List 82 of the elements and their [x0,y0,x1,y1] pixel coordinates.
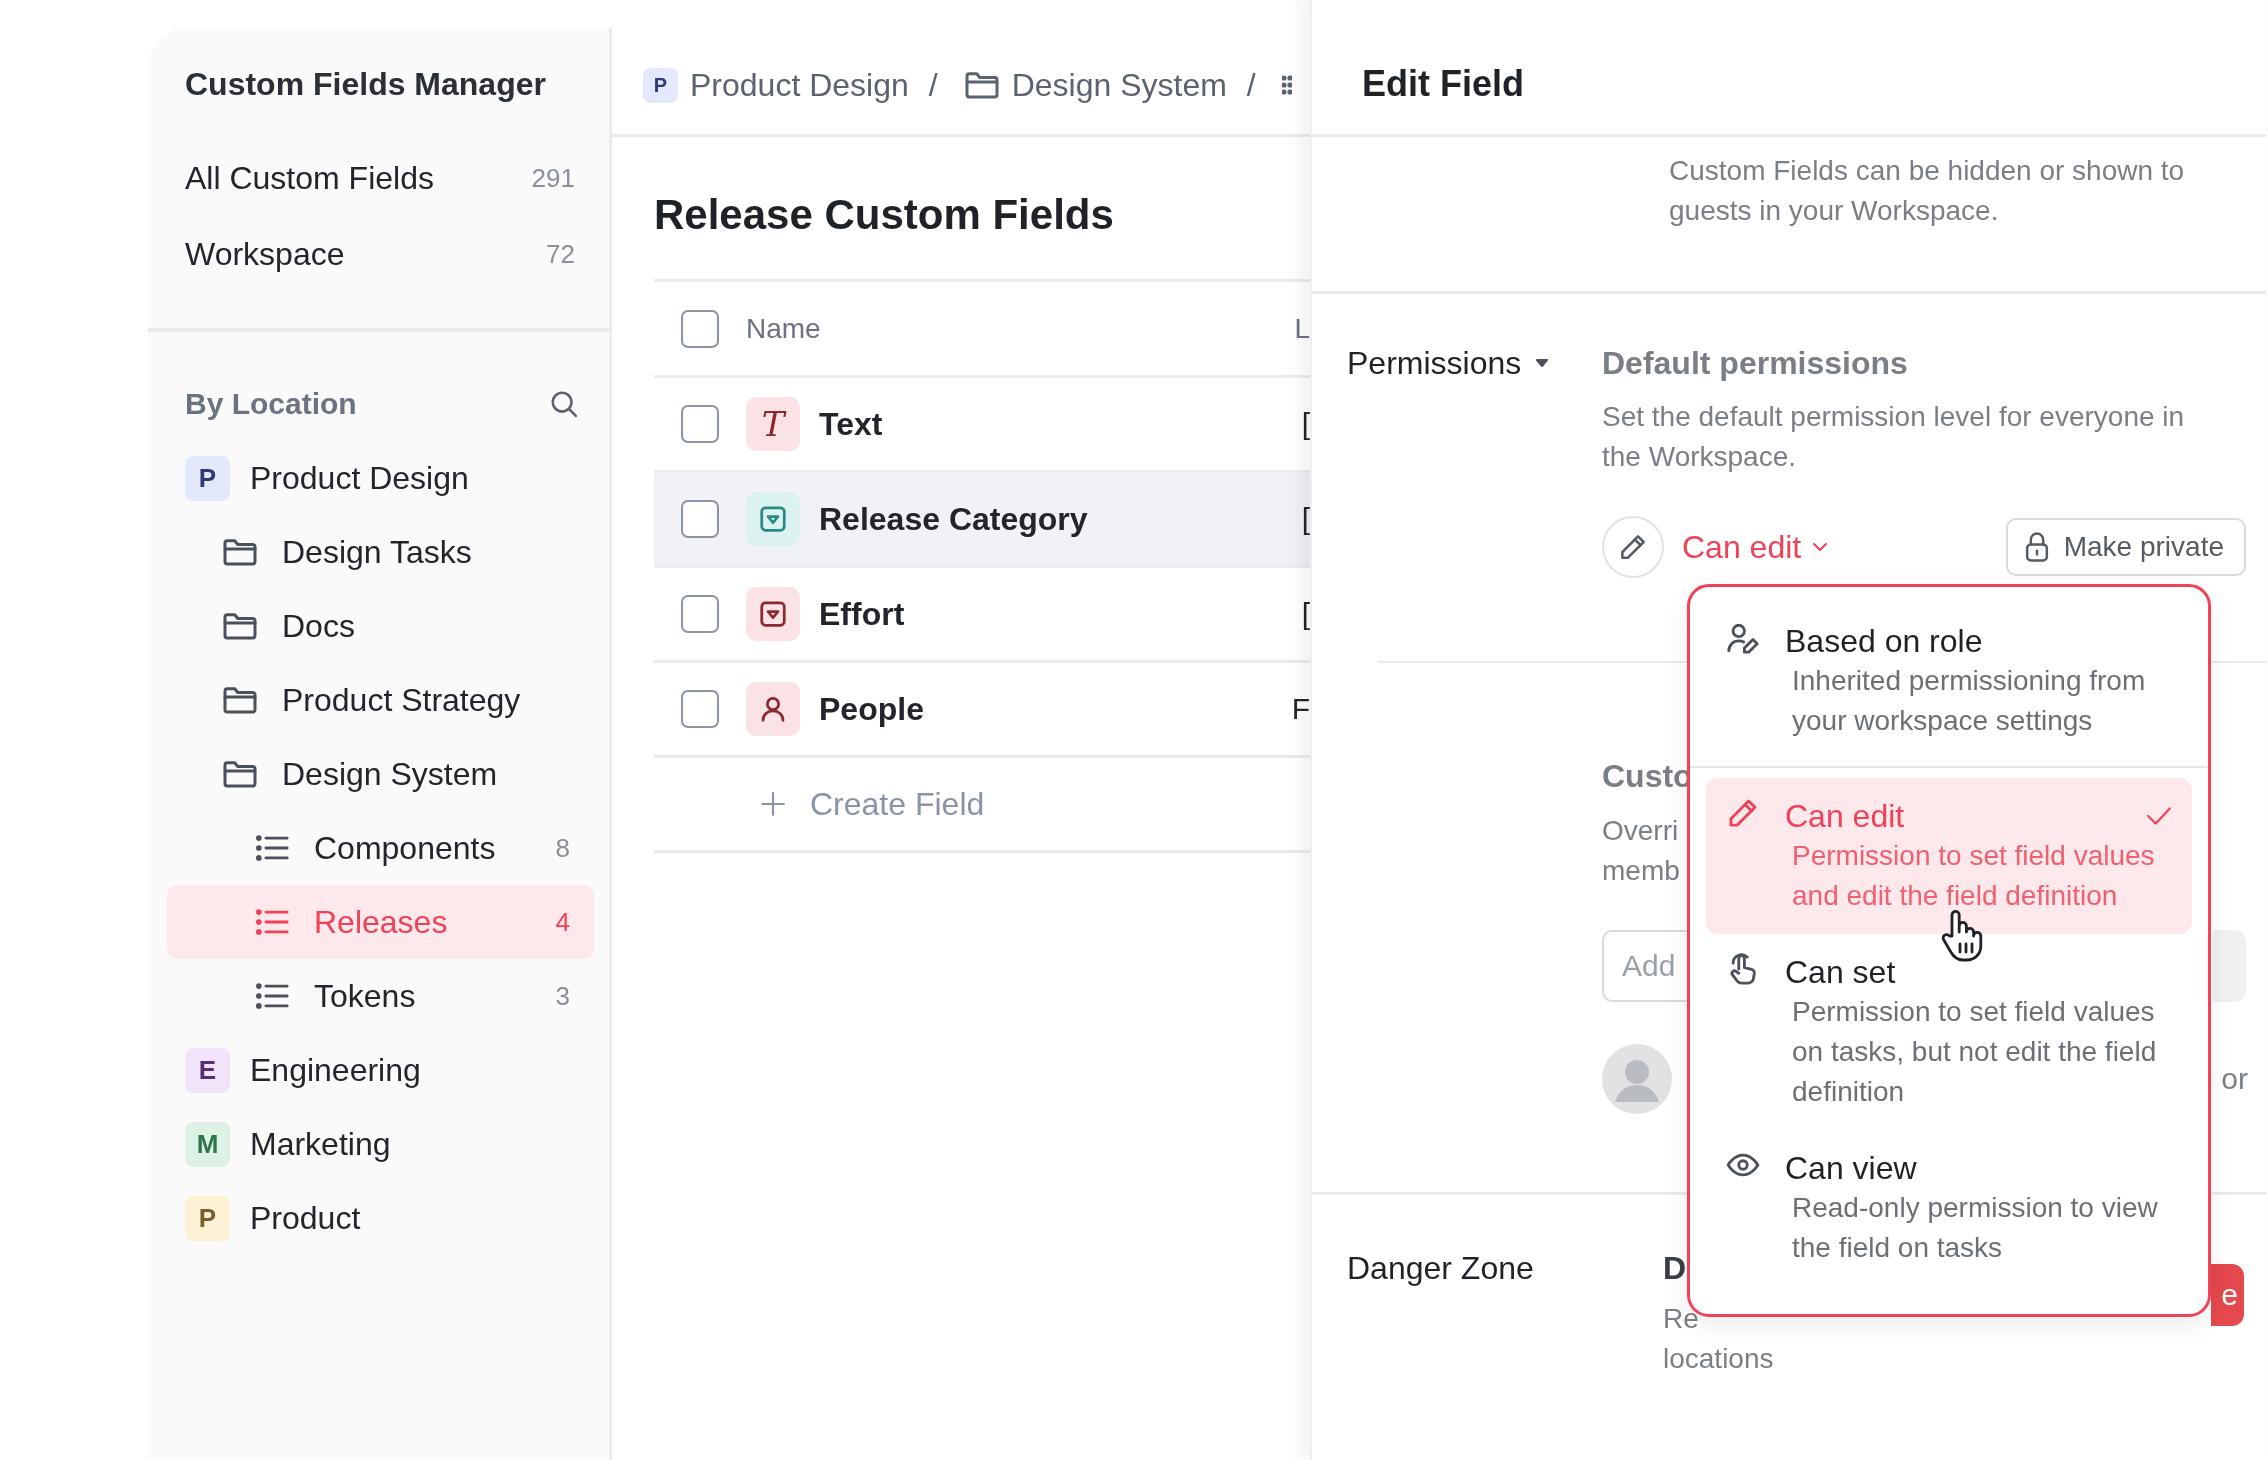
menu-option[interactable]: Can set Permission to set field values on tasks, but not edit the field definition [1706,934,2192,1130]
space-badge: P [185,1195,230,1241]
visibility-note: Custom Fields can be hidden or shown to guests in your Workspace. [1669,154,2186,228]
list-icon [256,983,290,1009]
column-header: L [1294,312,1310,345]
search-icon [549,389,579,419]
table-cell: [ [1301,502,1310,536]
section-description: locations [1663,1342,1774,1376]
sidebar-item[interactable]: P Product Design [167,441,594,515]
sidebar-item[interactable]: Product Strategy [167,663,594,737]
menu-option[interactable]: Can view Read-only permission to view the field on tasks [1706,1130,2192,1286]
grip-icon [1281,74,1292,96]
check-icon [2146,805,2172,827]
folder-icon [222,759,258,789]
chevron-down-icon [1811,541,1830,553]
checkbox[interactable] [681,595,719,633]
folder-icon [222,685,258,715]
item-count: 72 [546,238,575,270]
field-name: Text [819,405,883,443]
section-label: Danger Zone [1347,1249,1535,1288]
panel-title: Edit Field [1312,0,2266,137]
table-cell: F [1291,692,1310,726]
person-pencil-icon [1726,621,1760,655]
member-text: or [2221,1062,2248,1096]
avatar [1602,1044,1672,1114]
sidebar-item[interactable]: Tokens 3 [167,959,594,1033]
sidebar-item[interactable]: E Engineering [167,1033,594,1107]
field-name: Release Category [819,500,1088,538]
column-header: Name [746,312,821,345]
permission-dropdown[interactable]: Can edit [1682,528,1830,566]
sidebar-item[interactable]: Components 8 [167,811,594,885]
menu-option[interactable]: Based on role Inherited permissioning from your workspace settings [1706,603,2192,759]
checkbox[interactable] [681,500,719,538]
item-count: 291 [531,162,575,194]
sidebar-item[interactable]: P Product [167,1181,594,1255]
sidebar-title: Custom Fields Manager [184,65,547,104]
breadcrumb-link[interactable]: Design System [1011,66,1227,104]
space-badge: P [643,67,678,103]
section-description: Set the default permission level for everyone in the Workspace. [1602,400,2186,474]
permissions-toggle[interactable]: Permissions [1347,343,1602,383]
field-name: Effort [819,595,905,633]
section-heading: Default permissions [1602,344,1909,383]
checkbox[interactable] [681,690,719,728]
item-count: 8 [555,832,570,864]
space-badge: P [185,455,230,501]
list-icon [256,909,290,935]
sidebar-item[interactable]: All Custom Fields 291 [148,140,609,216]
table-cell: [ [1301,597,1310,631]
breadcrumb-link[interactable]: Product Design [690,66,909,104]
lock-icon [2023,531,2050,563]
section-description: Overri [1602,814,1679,848]
hand-cursor-icon [1940,908,1984,962]
item-count: 4 [555,906,570,938]
field-name: People [819,690,924,728]
make-private-button[interactable]: Make private [2005,518,2246,576]
section-title: By Location [185,387,357,421]
breadcrumb-separator: / [928,66,938,104]
folder-icon [222,611,258,641]
table-cell: [ [1301,407,1310,441]
danger-button[interactable]: e [2211,1264,2244,1326]
breadcrumb-separator: / [1246,66,1256,104]
section-description: memb [1602,854,1680,888]
folder-icon [222,537,258,567]
caret-down-icon [1535,358,1550,368]
field-type-icon: T [746,397,800,451]
list-icon [256,835,290,861]
input-field[interactable]: Add [1602,930,1687,1002]
plus-icon [760,791,786,817]
folder-icon [963,70,1000,100]
checkbox[interactable] [681,309,719,348]
checkbox[interactable] [681,405,719,443]
space-badge: E [185,1047,230,1093]
section-heading: D [1663,1249,1688,1288]
space-badge: M [185,1121,230,1167]
item-count: 3 [555,980,570,1012]
sidebar-item[interactable]: Workspace 72 [148,216,609,292]
sidebar-item[interactable]: Design Tasks [167,515,594,589]
sidebar-item[interactable]: M Marketing [167,1107,594,1181]
sidebar-item[interactable]: Docs [167,589,594,663]
section-description: Re [1663,1302,1699,1336]
permission-icon [1602,516,1664,578]
sidebar-item[interactable]: Design System [167,737,594,811]
